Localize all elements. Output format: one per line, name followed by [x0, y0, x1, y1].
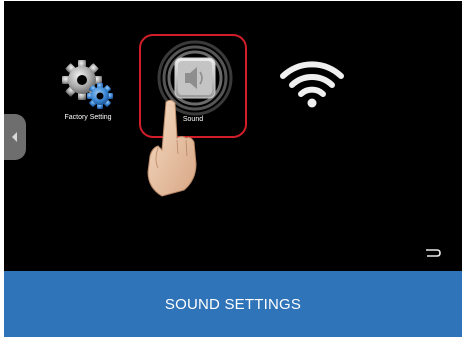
caption-title: SOUND SETTINGS [164, 295, 302, 313]
app-label-factory-setting: Factory Setting [64, 114, 112, 121]
wifi-icon [280, 61, 344, 108]
chevron-left-icon [12, 132, 17, 142]
side-drawer-tab[interactable] [4, 114, 26, 160]
caption-bar: SOUND SETTINGS [4, 271, 462, 337]
device-screen: Factory Setting Sound [4, 1, 462, 271]
hand-pointer-icon [144, 98, 200, 203]
return-button[interactable] [424, 246, 442, 264]
app-wifi[interactable] [277, 58, 347, 114]
app-factory-setting[interactable]: Factory Setting [49, 58, 127, 121]
gear-icon [62, 60, 113, 109]
return-icon [426, 249, 441, 257]
